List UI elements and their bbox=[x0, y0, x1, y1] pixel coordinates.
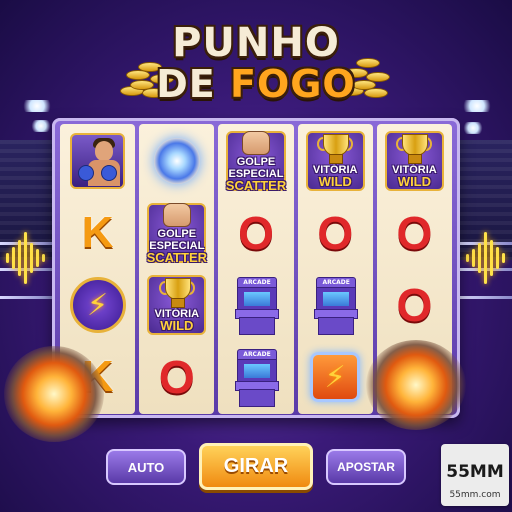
explosion-effect-left bbox=[4, 346, 104, 442]
reel-3: GOLPE ESPECIAL SCATTER O ARCADE ARCADE bbox=[218, 124, 294, 414]
boxer-icon bbox=[70, 133, 126, 189]
sound-wave-left bbox=[6, 228, 45, 288]
symbol-boxer bbox=[62, 127, 133, 195]
title-line-1: PUNHO bbox=[172, 20, 340, 66]
symbol-bolt-badge: ⚡ bbox=[62, 271, 133, 339]
trophy-icon bbox=[158, 278, 195, 308]
symbol-wild: VITÓRIA WILD bbox=[141, 271, 212, 339]
sound-wave-right bbox=[466, 228, 505, 288]
watermark-badge: 55MM 55mm.com bbox=[441, 444, 509, 506]
fist-icon bbox=[162, 202, 191, 227]
symbol-o: O bbox=[317, 207, 354, 259]
symbol-o: O bbox=[396, 207, 433, 259]
lightning-icon: ⚡ bbox=[87, 287, 109, 323]
symbol-wild: VITÓRIA WILD bbox=[300, 127, 371, 195]
bet-button[interactable]: APOSTAR bbox=[326, 449, 406, 485]
watermark-url: 55mm.com bbox=[449, 490, 501, 500]
ring-rope bbox=[0, 296, 52, 299]
symbol-arcade: ARCADE bbox=[220, 271, 291, 339]
watermark-logo: 55MM bbox=[446, 462, 504, 482]
lightning-icon: ⚡ bbox=[324, 359, 346, 395]
symbol-scatter: GOLPE ESPECIAL SCATTER bbox=[141, 199, 212, 267]
reel-2: GOLPE ESPECIAL SCATTER VITÓRIA WILD O bbox=[139, 124, 215, 414]
trophy-icon bbox=[396, 134, 433, 164]
symbol-o: O bbox=[158, 351, 195, 403]
stadium-light bbox=[462, 122, 484, 134]
trophy-icon bbox=[317, 134, 354, 164]
energy-orb-icon bbox=[153, 138, 200, 184]
symbol-arcade: ARCADE bbox=[220, 343, 291, 411]
reel-4: VITÓRIA WILD O ARCADE ⚡ bbox=[297, 124, 373, 414]
ring-rope bbox=[460, 296, 512, 299]
auto-button[interactable]: AUTO bbox=[106, 449, 186, 485]
symbol-arcade: ARCADE bbox=[300, 271, 371, 339]
symbol-o: O bbox=[396, 279, 433, 331]
spin-button[interactable]: GIRAR bbox=[199, 443, 313, 490]
arcade-cabinet-icon: ARCADE bbox=[235, 277, 279, 335]
arcade-cabinet-icon: ARCADE bbox=[314, 277, 359, 335]
title-word-fogo: FOGO bbox=[229, 62, 356, 106]
stadium-light bbox=[30, 120, 52, 132]
title-line-2: DE FOGO bbox=[0, 62, 512, 106]
symbol-scatter: GOLPE ESPECIAL SCATTER bbox=[220, 127, 291, 195]
symbol-energy-orb bbox=[141, 127, 212, 195]
symbol-k: K bbox=[81, 208, 114, 257]
fist-icon bbox=[242, 130, 270, 155]
symbol-o: O bbox=[238, 207, 274, 259]
game-logo: PUNHO DE FOGO bbox=[0, 10, 512, 106]
arcade-cabinet-icon: ARCADE bbox=[235, 349, 279, 407]
explosion-effect-right bbox=[366, 340, 466, 430]
title-word-de: DE bbox=[156, 62, 216, 106]
symbol-bolt-tile: ⚡ bbox=[300, 343, 371, 411]
symbol-wild: VITÓRIA WILD bbox=[379, 127, 450, 195]
